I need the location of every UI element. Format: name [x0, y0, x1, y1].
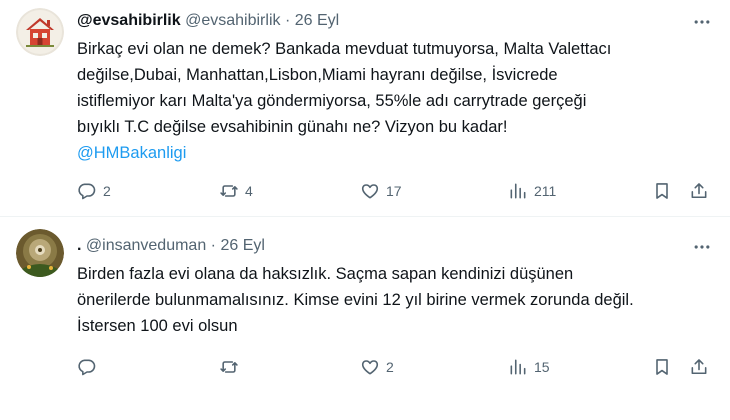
views-icon — [510, 183, 526, 199]
tweet-text-line: İstersen 100 evi olsun — [77, 317, 238, 335]
more-icon — [694, 20, 710, 24]
views-count: 15 — [534, 359, 550, 375]
heart-icon — [361, 184, 379, 199]
action-bar: 2 15 — [77, 356, 717, 378]
tweet-text-line: Birkaç evi olan ne demek? Bankada mevdua… — [77, 40, 612, 58]
retweet-icon — [220, 185, 238, 197]
share-icon — [691, 183, 707, 199]
avatar[interactable] — [16, 229, 64, 277]
reply-count: 2 — [103, 183, 111, 199]
tweet-date[interactable]: 26 Eyl — [220, 237, 264, 254]
reply-icon — [78, 359, 96, 376]
like-button[interactable]: 17 — [360, 180, 402, 202]
reply-button[interactable]: 2 — [77, 180, 111, 202]
bookmark-button[interactable] — [652, 180, 672, 202]
reply-icon — [78, 183, 96, 200]
tweet[interactable]: . @insanveduman · 26 Eyl Birden fazla ev… — [0, 218, 730, 420]
heart-icon — [361, 360, 379, 375]
bookmark-icon — [656, 359, 668, 375]
user-handle[interactable]: @insanveduman — [86, 237, 206, 254]
user-photo-icon — [16, 229, 64, 277]
mention-link[interactable]: @HMBakanligi — [77, 140, 717, 166]
tweet-text: Birden fazla evi olana da haksızlık. Saç… — [77, 261, 717, 339]
retweet-button[interactable] — [219, 356, 245, 378]
tweet-header: . @insanveduman · 26 Eyl — [77, 236, 265, 256]
bookmark-button[interactable] — [652, 356, 672, 378]
display-name[interactable]: @evsahibirlik — [77, 12, 181, 29]
tweet-text-line: bıyıklı T.C değilse evsahibinin günahı n… — [77, 118, 508, 136]
share-button[interactable] — [689, 356, 709, 378]
views-icon — [510, 359, 526, 375]
like-button[interactable]: 2 — [360, 356, 394, 378]
tweet-text-line: istiflemiyor karı Malta'ya göndermiyorsa… — [77, 92, 587, 110]
tweet-text: Birkaç evi olan ne demek? Bankada mevdua… — [77, 36, 717, 166]
views-button[interactable]: 211 — [508, 180, 556, 202]
avatar[interactable] — [16, 8, 64, 56]
tweet-text-line: önerilerde bulunmamalısınız. Kimse evini… — [77, 291, 634, 309]
reply-button[interactable] — [77, 356, 103, 378]
more-icon — [694, 245, 710, 249]
views-count: 211 — [534, 183, 557, 199]
retweet-button[interactable]: 4 — [219, 180, 253, 202]
like-count: 17 — [386, 183, 402, 199]
separator-dot: · — [210, 237, 216, 254]
tweet-header: @evsahibirlik @evsahibirlik · 26 Eyl — [77, 11, 339, 31]
like-count: 2 — [386, 359, 394, 375]
separator-dot: · — [284, 12, 291, 29]
share-button[interactable] — [689, 180, 709, 202]
divider — [0, 216, 730, 217]
action-bar: 2 4 17 211 — [77, 180, 717, 202]
share-icon — [691, 359, 707, 375]
user-handle[interactable]: @evsahibirlik — [185, 12, 280, 29]
bookmark-icon — [656, 183, 668, 199]
more-button[interactable] — [690, 12, 714, 32]
tweet[interactable]: @evsahibirlik @evsahibirlik · 26 Eyl Bir… — [0, 0, 730, 216]
more-button[interactable] — [690, 237, 714, 257]
tweet-text-line: Birden fazla evi olana da haksızlık. Saç… — [77, 265, 574, 283]
tweet-date[interactable]: 26 Eyl — [295, 12, 339, 29]
retweet-count: 4 — [245, 183, 253, 199]
display-name[interactable]: . — [77, 237, 81, 254]
views-button[interactable]: 15 — [508, 356, 550, 378]
tweet-text-line: değilse,Dubai, Manhattan,Lisbon,Miami ha… — [77, 66, 558, 84]
retweet-icon — [220, 361, 238, 373]
house-logo-icon — [16, 8, 64, 56]
